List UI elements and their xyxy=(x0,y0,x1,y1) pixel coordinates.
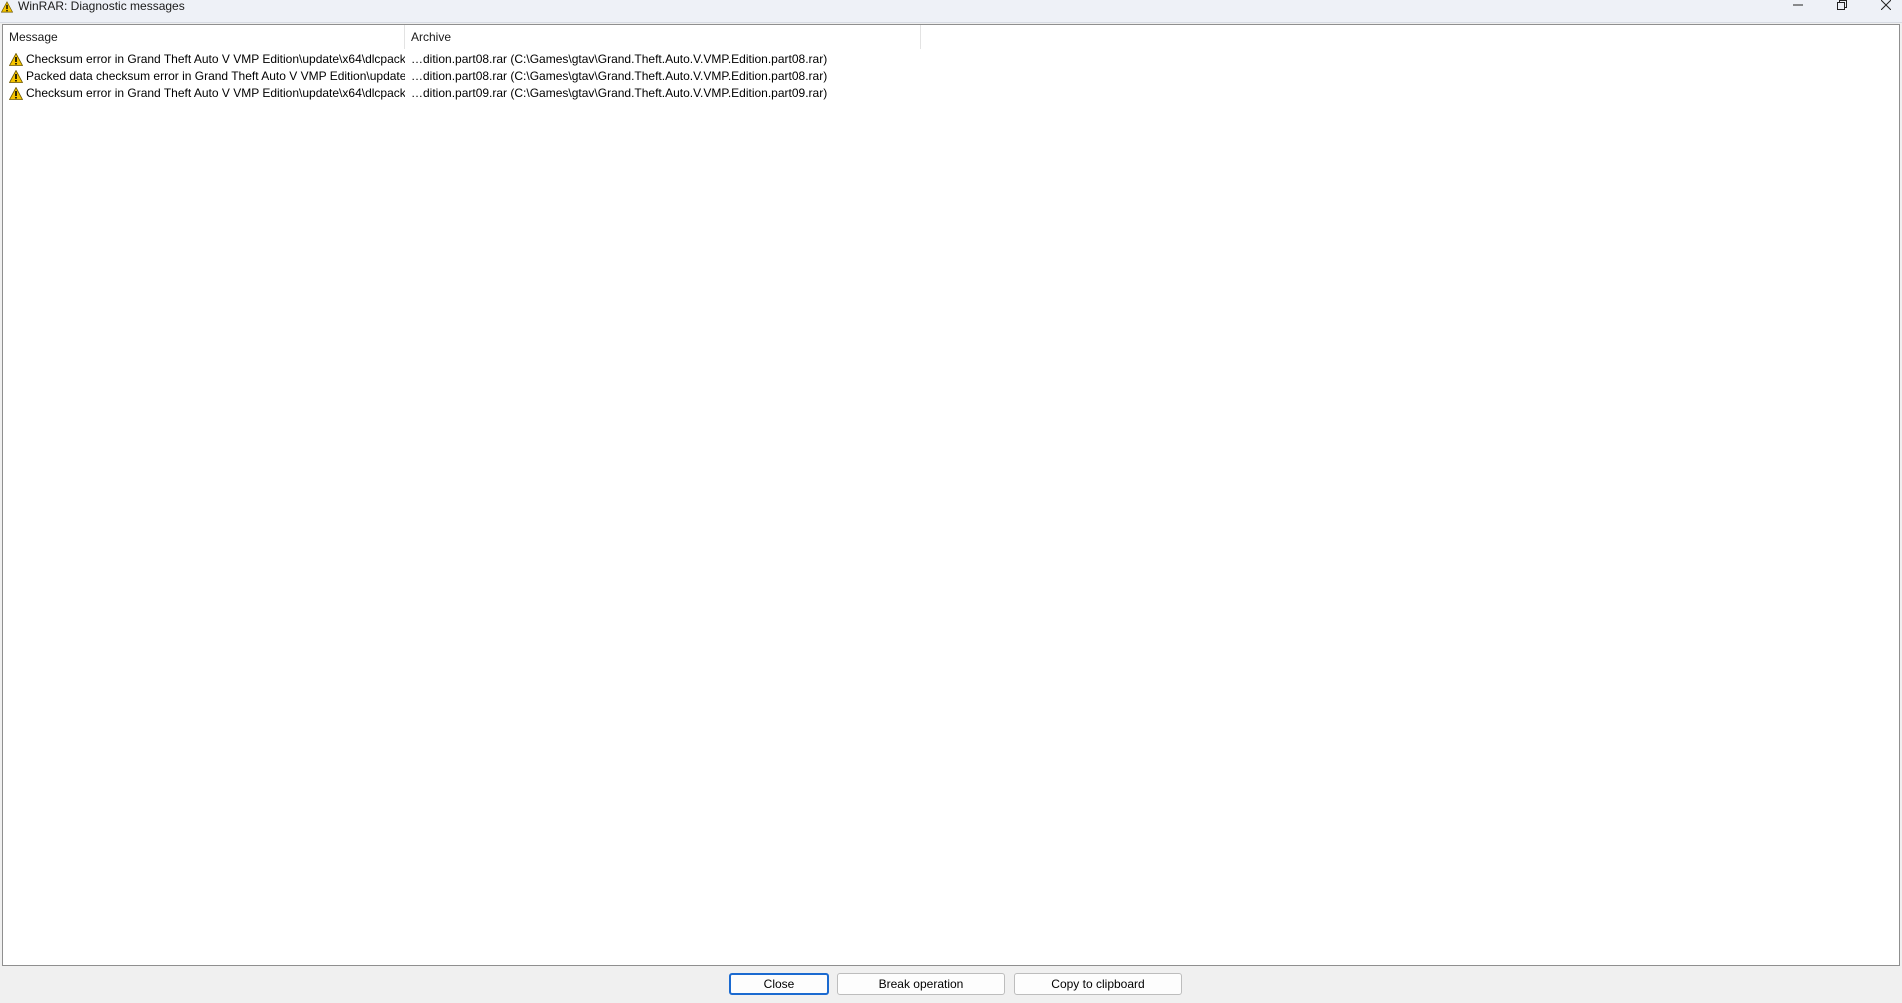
table-row[interactable]: Checksum error in Grand Theft Auto V VMP… xyxy=(3,85,1899,102)
list-rows: Checksum error in Grand Theft Auto V VMP… xyxy=(3,51,1899,102)
close-window-button[interactable] xyxy=(1866,0,1902,10)
warning-icon xyxy=(1,1,13,13)
table-row[interactable]: Checksum error in Grand Theft Auto V VMP… xyxy=(3,51,1899,68)
message-text: Checksum error in Grand Theft Auto V VMP… xyxy=(26,52,405,66)
table-row[interactable]: Packed data checksum error in Grand Thef… xyxy=(3,68,1899,85)
message-cell: Checksum error in Grand Theft Auto V VMP… xyxy=(3,85,405,102)
close-button[interactable]: Close xyxy=(729,973,829,995)
warning-icon xyxy=(9,70,23,83)
minimize-button[interactable] xyxy=(1778,0,1818,10)
minimize-icon xyxy=(1793,4,1803,6)
copy-to-clipboard-button[interactable]: Copy to clipboard xyxy=(1014,973,1182,995)
maximize-icon xyxy=(1837,0,1847,10)
window-title: WinRAR: Diagnostic messages xyxy=(18,0,185,13)
column-header-archive[interactable]: Archive xyxy=(405,25,921,49)
maximize-button[interactable] xyxy=(1822,0,1862,10)
archive-cell: …dition.part09.rar (C:\Games\gtav\Grand.… xyxy=(405,85,921,102)
archive-text: …dition.part08.rar (C:\Games\gtav\Grand.… xyxy=(411,52,828,66)
button-bar: Close Break operation Copy to clipboard xyxy=(0,966,1902,1003)
archive-text: …dition.part09.rar (C:\Games\gtav\Grand.… xyxy=(411,86,828,100)
archive-cell: …dition.part08.rar (C:\Games\gtav\Grand.… xyxy=(405,51,921,68)
warning-icon xyxy=(9,87,23,100)
archive-cell: …dition.part08.rar (C:\Games\gtav\Grand.… xyxy=(405,68,921,85)
break-operation-button[interactable]: Break operation xyxy=(837,973,1005,995)
messages-list[interactable]: Message Archive Checksum error in Grand … xyxy=(2,24,1900,966)
close-icon xyxy=(1881,0,1891,10)
message-cell: Checksum error in Grand Theft Auto V VMP… xyxy=(3,51,405,68)
message-text: Checksum error in Grand Theft Auto V VMP… xyxy=(26,86,405,100)
warning-icon xyxy=(9,53,23,66)
archive-text: …dition.part08.rar (C:\Games\gtav\Grand.… xyxy=(411,69,828,83)
message-text: Packed data checksum error in Grand Thef… xyxy=(26,69,405,83)
message-cell: Packed data checksum error in Grand Thef… xyxy=(3,68,405,85)
list-header: Message Archive xyxy=(3,25,1899,49)
title-bar: WinRAR: Diagnostic messages xyxy=(0,0,1902,23)
column-header-message[interactable]: Message xyxy=(3,25,405,49)
